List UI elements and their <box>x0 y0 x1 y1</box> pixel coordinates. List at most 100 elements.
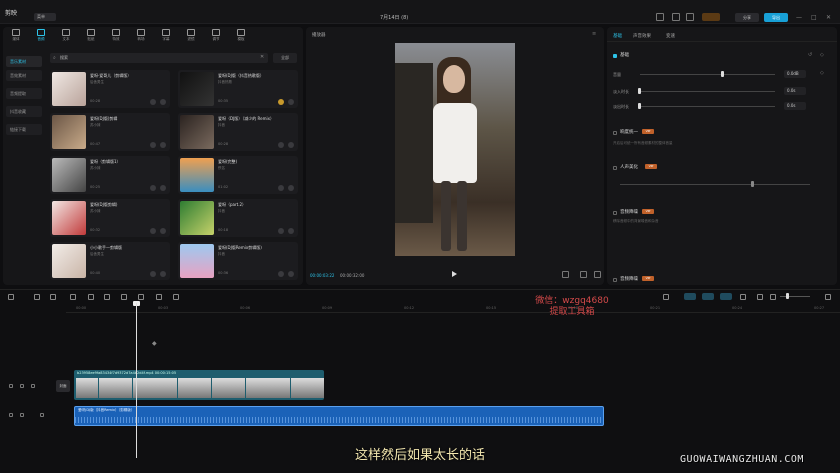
music-card[interactable]: 爱呀（剪辑版1） 苏小妹 00:25 <box>50 156 170 194</box>
sidebar-item-douyin[interactable]: 抖音收藏 <box>6 106 42 117</box>
denoise-checkbox[interactable] <box>613 211 617 215</box>
tool-tab-6[interactable]: 字幕 <box>155 29 177 45</box>
maximize-button[interactable]: □ <box>811 14 817 21</box>
favorite-icon[interactable] <box>150 185 156 191</box>
favorite-icon[interactable] <box>150 271 156 277</box>
download-icon[interactable] <box>160 142 166 148</box>
audio-track-mute-icon[interactable] <box>40 413 44 417</box>
download-icon[interactable] <box>288 99 294 105</box>
audio-track-lock-icon[interactable] <box>9 413 13 417</box>
music-card[interactable]: 爱呀（part.2） 抖音 00:18 <box>178 199 298 237</box>
shortcut-icon[interactable] <box>672 13 680 21</box>
zoom-knob[interactable] <box>786 293 789 299</box>
tool-tab-9[interactable]: 模板 <box>230 29 252 45</box>
download-icon[interactable] <box>288 228 294 234</box>
zoom-fit-icon[interactable] <box>770 294 776 300</box>
zoom-slider[interactable] <box>780 296 810 297</box>
fullscreen-icon[interactable] <box>686 13 694 21</box>
playhead[interactable] <box>136 303 137 458</box>
video-preview[interactable] <box>395 43 515 256</box>
redo-icon[interactable] <box>50 294 56 300</box>
zoom-in-icon[interactable] <box>825 294 831 300</box>
tool-tab-1[interactable]: 音频 <box>30 29 52 45</box>
volume-value[interactable]: 0.0dB <box>784 70 806 78</box>
cover-button[interactable]: 封面 <box>56 380 70 392</box>
keyframe-diamond-icon[interactable]: ◆ <box>152 340 157 347</box>
player-menu-icon[interactable]: ≡ <box>592 31 596 37</box>
denoise2-checkbox[interactable] <box>613 278 617 282</box>
delete-icon[interactable] <box>121 294 127 300</box>
voice-beautify-checkbox[interactable] <box>613 166 617 170</box>
mic-icon[interactable] <box>663 294 669 300</box>
tab-basic[interactable]: 基础 <box>613 33 622 39</box>
close-button[interactable]: ✕ <box>826 14 831 21</box>
music-card[interactable]: 爱呀(DJ版Remix剪辑版) 抖音 00:36 <box>178 242 298 280</box>
sidebar-item-music[interactable]: 音乐素材 <box>6 56 42 67</box>
tool-tab-8[interactable]: 调节 <box>205 29 227 45</box>
audio-clip[interactable]: 爱呀(DJ版（抖音Remix）（剪辑版） <box>74 406 604 426</box>
share-button[interactable]: 分享 <box>735 13 759 22</box>
favorite-icon[interactable] <box>278 228 284 234</box>
track-hide-icon[interactable] <box>20 384 24 388</box>
split-left-icon[interactable] <box>88 294 94 300</box>
favorite-icon[interactable] <box>150 142 156 148</box>
fadeout-value[interactable]: 0.0s <box>784 102 806 110</box>
audio-track-hide-icon[interactable] <box>20 413 24 417</box>
download-icon[interactable] <box>288 185 294 191</box>
time-ruler[interactable] <box>66 303 840 313</box>
undo-icon[interactable] <box>34 294 40 300</box>
download-icon[interactable] <box>288 142 294 148</box>
reset-icon[interactable]: ↺ <box>808 52 812 58</box>
layout-icon[interactable] <box>656 13 664 21</box>
favorite-icon[interactable] <box>278 99 284 105</box>
download-icon[interactable] <box>160 99 166 105</box>
tool-tab-5[interactable]: 转场 <box>130 29 152 45</box>
tab-speed[interactable]: 变速 <box>666 33 675 39</box>
link-button[interactable] <box>720 293 732 300</box>
ratio-icon[interactable] <box>580 271 587 278</box>
pro-badge[interactable] <box>702 13 720 21</box>
search-input[interactable]: ⌕ 搜索 ✕ <box>50 53 268 63</box>
favorite-icon[interactable] <box>150 228 156 234</box>
music-card[interactable]: 爱呀（DJ版）（减少的 Remix） 抖音 00:28 <box>178 113 298 151</box>
clear-icon[interactable]: ✕ <box>260 54 264 60</box>
track-mute-icon[interactable] <box>31 384 35 388</box>
tab-sound-effect[interactable]: 声音效果 <box>633 33 651 39</box>
favorite-icon[interactable] <box>278 271 284 277</box>
music-card[interactable]: 小小歌手—剪辑版 后舍男生 00:40 <box>50 242 170 280</box>
volume-keyframe-icon[interactable]: ◇ <box>820 70 824 76</box>
fadeout-slider[interactable] <box>640 106 775 107</box>
tool-tab-2[interactable]: 文本 <box>55 29 77 45</box>
voice-slider[interactable] <box>620 184 810 185</box>
favorite-icon[interactable] <box>278 185 284 191</box>
preview-axis-icon[interactable] <box>740 294 746 300</box>
fadein-slider[interactable] <box>640 91 775 92</box>
fadein-value[interactable]: 0.0s <box>784 87 806 95</box>
tool-tab-0[interactable]: 媒体 <box>5 29 27 45</box>
sidebar-item-link[interactable]: 链接下载 <box>6 124 42 135</box>
image-icon[interactable] <box>173 294 179 300</box>
fullscreen-preview-icon[interactable] <box>594 271 601 278</box>
volume-slider-knob[interactable] <box>721 71 724 77</box>
select-tool-icon[interactable] <box>8 294 14 300</box>
split-icon[interactable] <box>70 294 76 300</box>
crop-icon[interactable] <box>562 271 569 278</box>
volume-slider[interactable] <box>640 74 775 75</box>
favorite-icon[interactable] <box>278 142 284 148</box>
fadein-knob[interactable] <box>638 88 641 94</box>
tool-tab-7[interactable]: 滤镜 <box>180 29 202 45</box>
favorite-icon[interactable] <box>150 99 156 105</box>
music-card[interactable]: 爱呀(DJ版)剪辑 苏小妹 00:47 <box>50 113 170 151</box>
shield-icon[interactable] <box>156 294 162 300</box>
video-clip[interactable]: b23958ee9fa83434f7d9372d7a4b2d4f.mp4 00:… <box>74 370 324 400</box>
sidebar-item-extract[interactable]: 音频提取 <box>6 88 42 99</box>
download-icon[interactable] <box>160 185 166 191</box>
fadeout-knob[interactable] <box>638 103 641 109</box>
voice-slider-knob[interactable] <box>751 181 754 187</box>
filter-dropdown[interactable]: 全部 <box>273 53 297 63</box>
keyframe-icon[interactable]: ◇ <box>820 52 824 58</box>
minimize-button[interactable]: — <box>796 14 802 21</box>
music-card[interactable]: 爱呀(完整) 佚名 01:02 <box>178 156 298 194</box>
play-icon[interactable] <box>452 271 457 277</box>
tool-tab-3[interactable]: 贴纸 <box>80 29 102 45</box>
